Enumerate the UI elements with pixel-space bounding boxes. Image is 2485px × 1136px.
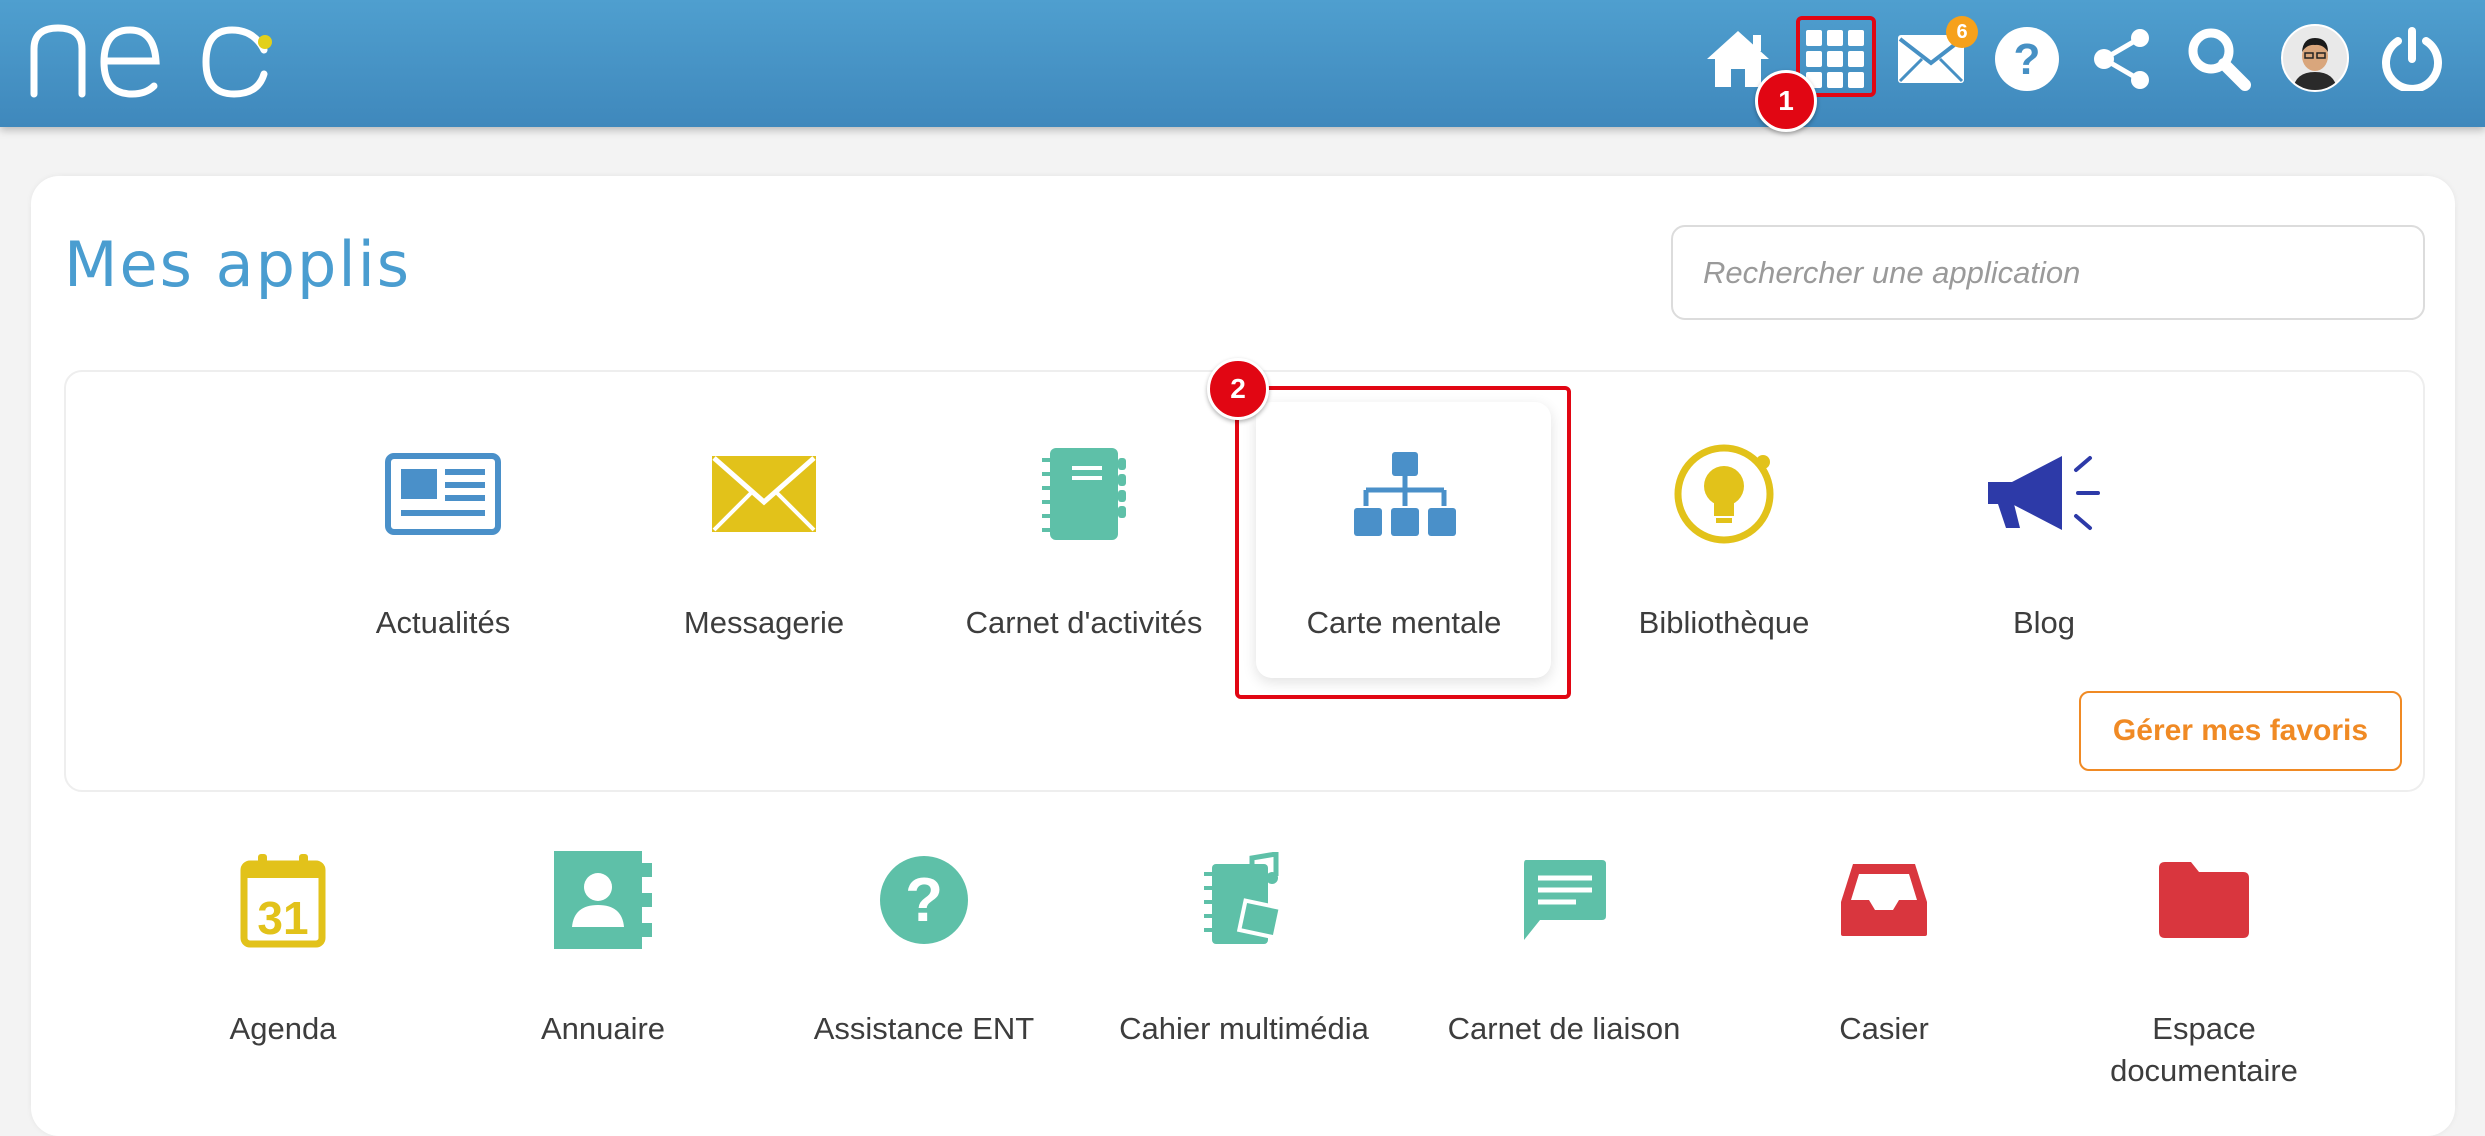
lightbulb-icon (1574, 424, 1874, 564)
megaphone-icon (1894, 424, 2194, 564)
page-title: Mes applis (64, 228, 412, 301)
mail-count-badge: 6 (1946, 16, 1978, 48)
search-icon[interactable] (2182, 22, 2256, 96)
multimedia-notebook-icon (1094, 830, 1394, 970)
power-icon[interactable] (2375, 22, 2449, 96)
app-tile-messagerie[interactable]: Messagerie (614, 424, 914, 704)
app-tile-annuaire[interactable]: Annuaire (453, 830, 753, 1110)
app-label: Espace documentaire (2110, 1011, 2298, 1088)
chat-bubble-icon (1414, 830, 1714, 970)
app-tile-actualites[interactable]: Actualités (293, 424, 593, 704)
app-label: Carnet de liaison (1447, 1011, 1681, 1046)
app-label: Agenda (229, 1011, 337, 1046)
app-tile-espace-documentaire[interactable]: Espace documentaire (2054, 830, 2354, 1110)
avatar[interactable] (2281, 24, 2349, 92)
app-tile-blog[interactable]: Blog (1894, 424, 2194, 704)
app-label: Blog (2012, 605, 2076, 640)
app-tile-agenda[interactable]: 31 Agenda (133, 830, 433, 1110)
app-label: Cahier multimédia (1119, 1011, 1369, 1046)
app-label: Messagerie (683, 605, 845, 640)
app-label: Casier (1839, 1011, 1929, 1046)
app-label: Annuaire (540, 1011, 666, 1046)
app-tile-carnet-activites[interactable]: Carnet d'activités (934, 424, 1234, 704)
question-circle-icon: ? (774, 830, 1074, 970)
manage-favorites-button[interactable]: Gérer mes favoris (2079, 691, 2402, 771)
notebook-icon (934, 424, 1234, 564)
step-1-badge: 1 (1755, 70, 1817, 132)
svg-text:?: ? (905, 866, 943, 935)
app-label: Assistance ENT (813, 1011, 1035, 1046)
app-tile-carnet-liaison[interactable]: Carnet de liaison (1414, 830, 1714, 1110)
app-tile-bibliotheque[interactable]: Bibliothèque (1574, 424, 1874, 704)
app-label: Carnet d'activités (965, 605, 1203, 640)
step-2-badge: 2 (1207, 358, 1269, 420)
neo-logo[interactable] (28, 14, 278, 109)
calendar-icon: 31 (133, 830, 433, 970)
app-label: Actualités (375, 605, 511, 640)
share-icon[interactable] (2086, 22, 2160, 96)
app-label: Bibliothèque (1638, 605, 1810, 640)
app-tile-assistance-ent[interactable]: ? Assistance ENT (774, 830, 1074, 1110)
newspaper-icon (293, 424, 593, 564)
envelope-icon (614, 424, 914, 564)
app-tile-casier[interactable]: Casier (1734, 830, 2034, 1110)
contact-book-icon (453, 830, 753, 970)
folder-icon (2054, 830, 2354, 970)
inbox-tray-icon (1734, 830, 2034, 970)
app-tile-cahier-multimedia[interactable]: Cahier multimédia (1094, 830, 1394, 1110)
top-navigation-bar: ? 6 (0, 0, 2485, 127)
help-icon[interactable]: ? (1990, 22, 2064, 96)
svg-text:?: ? (2014, 35, 2041, 84)
search-app-input[interactable] (1671, 225, 2425, 320)
carte-mentale-highlight (1235, 386, 1571, 699)
svg-text:31: 31 (257, 892, 308, 944)
